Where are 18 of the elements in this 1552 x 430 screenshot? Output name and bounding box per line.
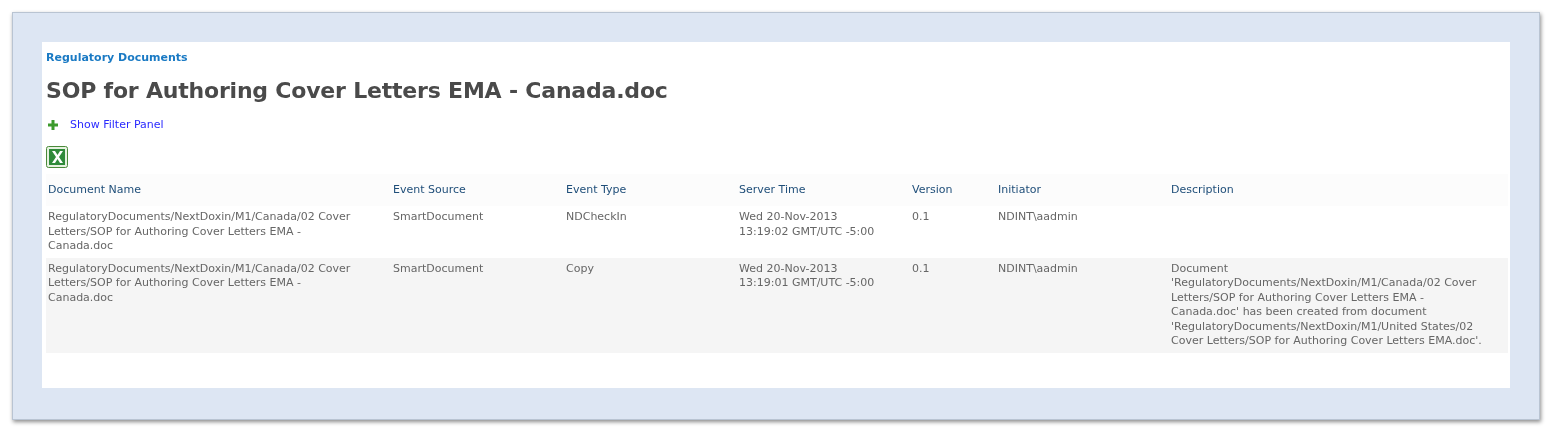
table-cell: NDINT\aadmin	[998, 261, 1078, 275]
table-cell: RegulatoryDocuments/NextDoxin/M1/Canada/02 Cover Letters/SOP for Authoring Cover Letters EMA - Canada.doc	[48, 210, 351, 252]
table-cell: NDINT\aadmin	[998, 210, 1078, 223]
table-cell: Wed 20-Nov-2013 13:19:01 GMT/UTC -5:00	[739, 261, 875, 289]
table-cell: NDCheckIn	[566, 210, 627, 223]
excel-export-icon[interactable]	[46, 146, 68, 168]
breadcrumb-link[interactable]: Regulatory Documents	[46, 51, 188, 64]
table-cell: Document 'RegulatoryDocuments/NextDoxin/M1/Canada/02 Cover Letters/SOP for Authoring Cover Letters EMA - Canada.doc' has been created from document 'RegulatoryDocuments/NextDoxin/M1/United States/02 Cover Letters/SOP for Authoring Cover Letters EMA.doc'.	[1171, 261, 1482, 347]
page-title: SOP for Authoring Cover Letters EMA - Canada.doc	[46, 78, 669, 103]
plus-icon	[48, 119, 58, 130]
table-cell: Wed 20-Nov-2013 13:19:02 GMT/UTC -5:00	[739, 210, 875, 238]
table-cell: RegulatoryDocuments/NextDoxin/M1/Canada/02 Cover Letters/SOP for Authoring Cover Letters EMA - Canada.doc	[48, 261, 351, 304]
table-cell: Copy	[566, 261, 594, 275]
table-cell: SmartDocument	[393, 210, 484, 223]
table-cell: 0.1	[912, 261, 930, 275]
show-filter-panel-link[interactable]: Show Filter Panel	[70, 118, 164, 131]
table-cell: SmartDocument	[393, 261, 484, 275]
table-cell: 0.1	[912, 210, 930, 223]
